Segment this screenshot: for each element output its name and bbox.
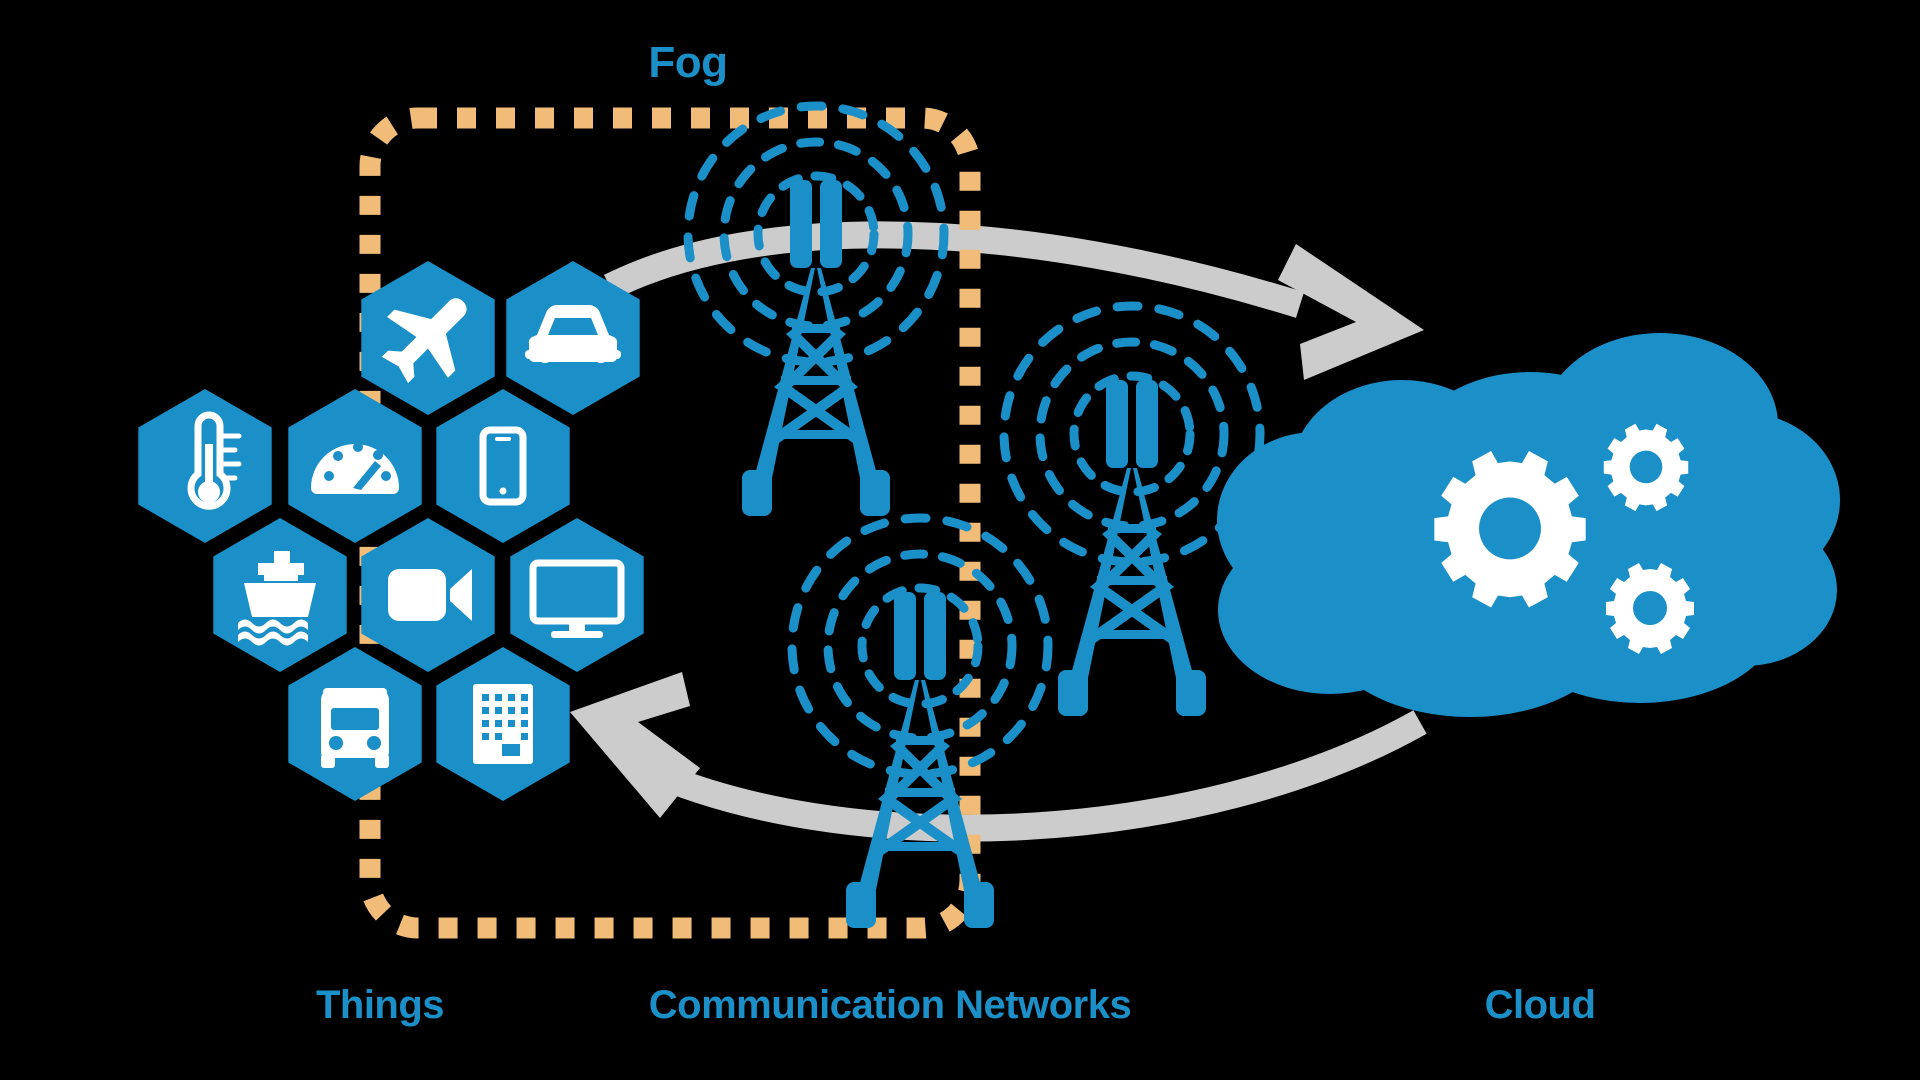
thing-node-ship[interactable] xyxy=(213,518,347,672)
building-icon xyxy=(473,684,533,764)
fog-label-text: Fog xyxy=(648,38,728,87)
communication-networks-label: Communication Networks xyxy=(648,983,1132,1027)
cell-tower-top[interactable] xyxy=(688,106,944,516)
thing-node-monitor[interactable] xyxy=(510,518,644,672)
thing-node-gauge[interactable] xyxy=(288,389,422,543)
fog-label: Fog xyxy=(0,38,1920,88)
things-group xyxy=(138,261,644,801)
thing-node-bus[interactable] xyxy=(288,647,422,801)
things-label: Things xyxy=(315,983,445,1027)
thing-node-airplane[interactable] xyxy=(361,261,495,415)
thing-node-thermometer[interactable] xyxy=(138,389,272,543)
cloud-label: Cloud xyxy=(1484,983,1596,1027)
cloud-group[interactable] xyxy=(1217,333,1840,717)
thing-node-building[interactable] xyxy=(436,647,570,801)
diagram-canvas: Fog Things Communication Networks Cloud xyxy=(0,0,1920,1080)
signal-rings-bottom xyxy=(792,518,1048,774)
thing-node-smartphone[interactable] xyxy=(436,389,570,543)
thing-node-video-camera[interactable] xyxy=(361,518,495,672)
cell-tower-bottom[interactable] xyxy=(792,518,1048,928)
bus-icon xyxy=(321,688,389,768)
iot-fog-architecture-diagram xyxy=(138,0,1840,939)
arrow-to-cloud xyxy=(603,221,1424,380)
